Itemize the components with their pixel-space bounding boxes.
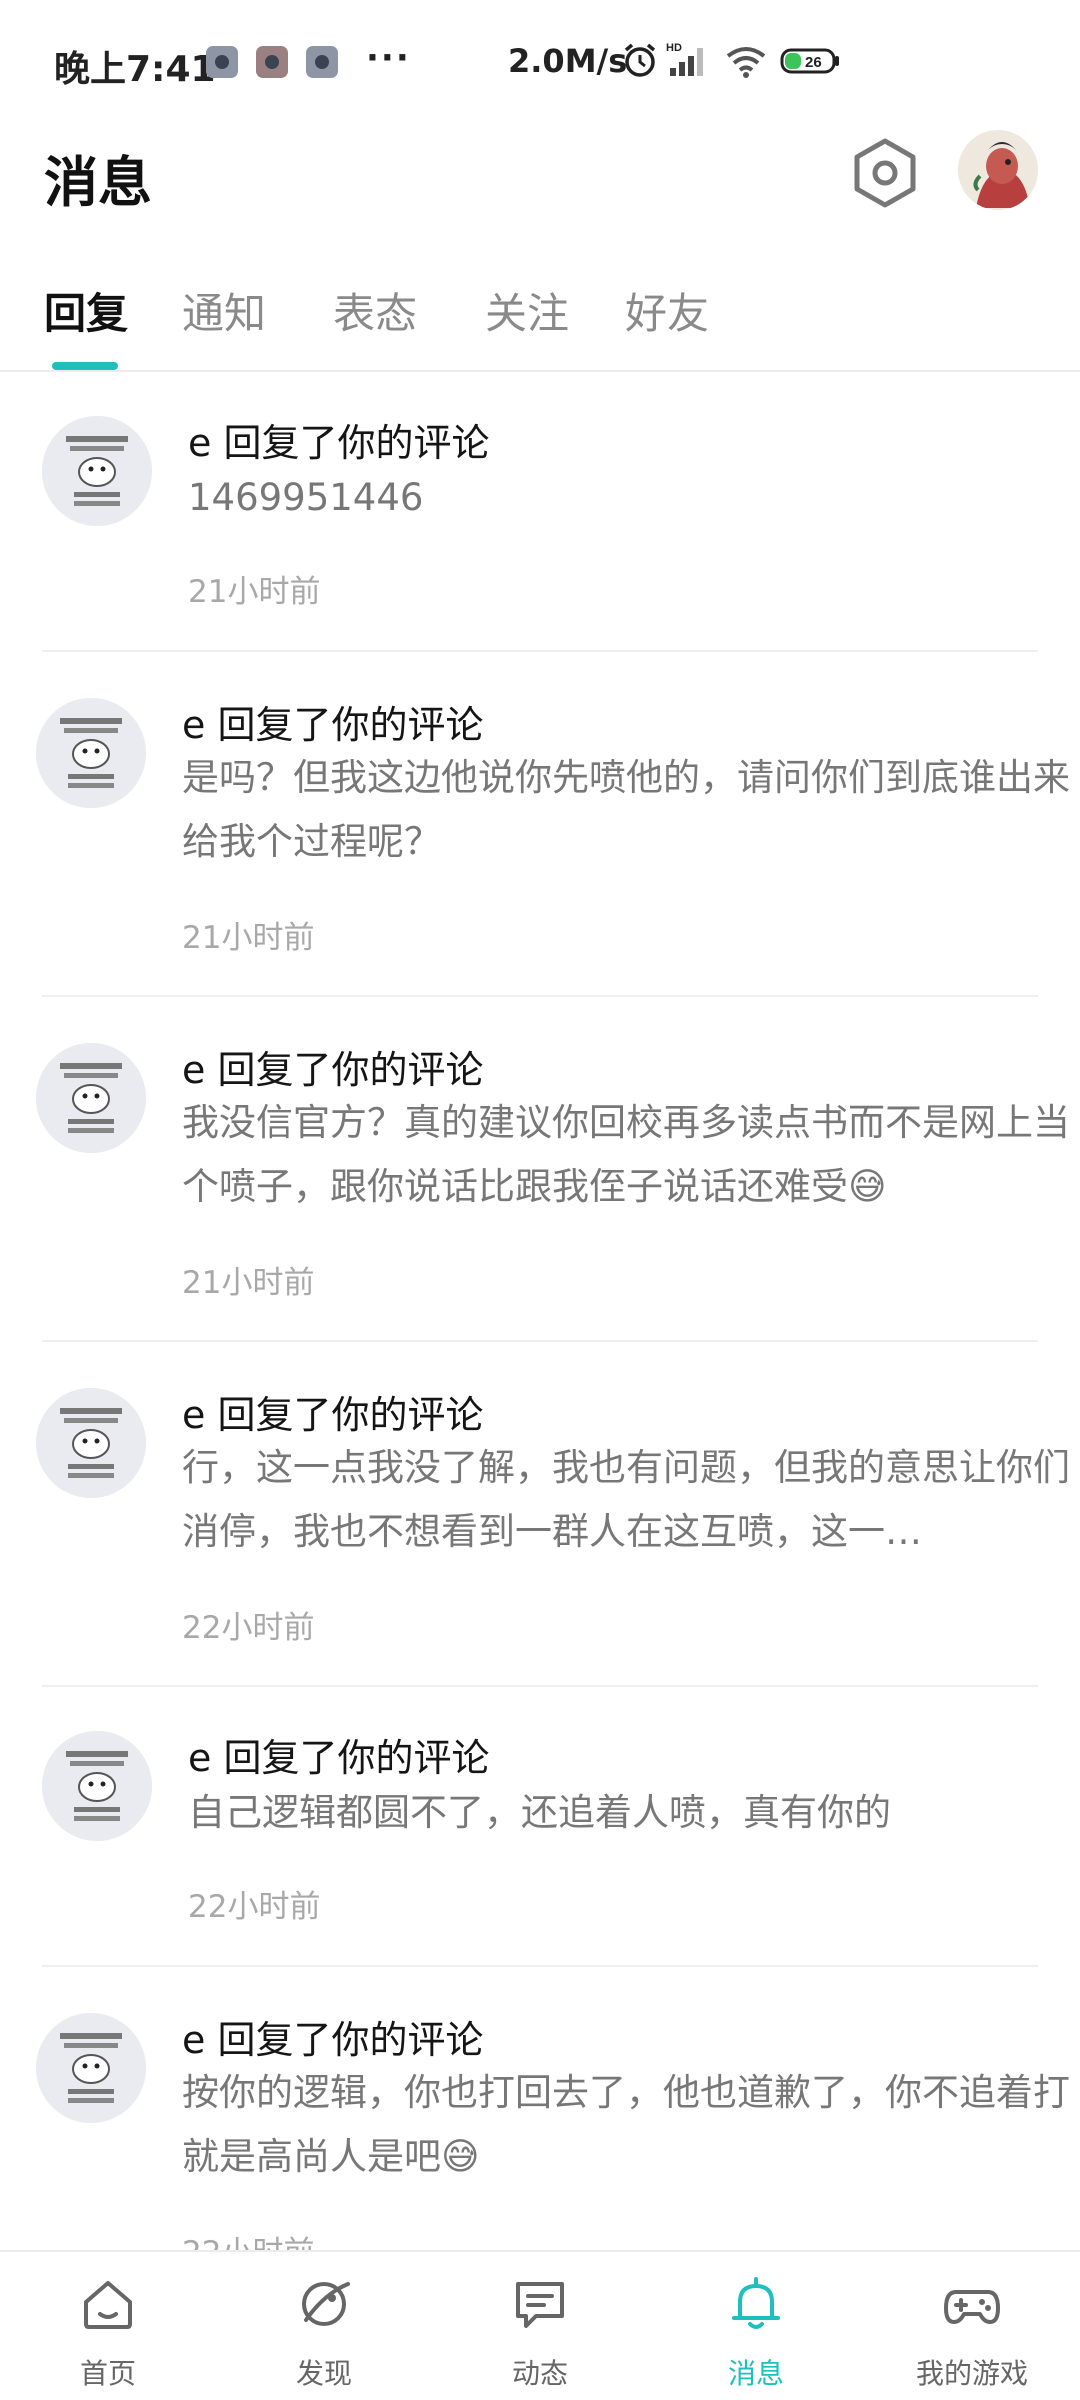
gamepad-icon — [944, 2290, 1000, 2324]
user-avatar[interactable] — [958, 130, 1038, 210]
message-text: 按你的逻辑，你也打回去了，他也道歉了，你不追着打就是高尚人是吧😅 — [182, 2071, 1070, 2178]
avatar[interactable] — [36, 1043, 146, 1153]
avatar[interactable] — [36, 698, 146, 808]
message-text: 行，这一点我没了解，我也有问题，但我的意思让你们消停，我也不想看到一群人在这互喷… — [182, 1446, 1070, 1553]
nav-my-games[interactable]: 我的游戏 — [864, 2252, 1080, 2400]
nav-label: 我的游戏 — [915, 2357, 1028, 2390]
list-item[interactable]: e 回复了你的评论 我没信官方？真的建议你回校再多读点书而不是网上当个喷子，跟你… — [0, 997, 1080, 1342]
message-author-line[interactable]: e 回复了你的评论 — [182, 694, 483, 749]
app-notification-icon — [306, 46, 338, 78]
message-author-line[interactable]: e 回复了你的评论 — [182, 1384, 483, 1439]
signal-icon: HD — [666, 42, 703, 76]
avatar-image — [958, 130, 1038, 210]
page-header: 消息 — [0, 130, 1080, 260]
message-list: e 回复了你的评论 1469951446 21小时前 e 回复了你的评论 是吗？… — [0, 372, 1080, 2252]
list-item[interactable]: e 回复了你的评论 1469951446 21小时前 — [0, 372, 1080, 652]
message-text: 我没信官方？真的建议你回校再多读点书而不是网上当个喷子，跟你说话比跟我侄子说话还… — [182, 1101, 1070, 1208]
active-tab-indicator — [52, 362, 118, 370]
network-speed: 2.0M/s — [508, 42, 628, 80]
nav-label: 动态 — [511, 2357, 568, 2390]
more-notifications-icon: ··· — [366, 38, 411, 78]
nav-label: 消息 — [727, 2357, 784, 2390]
meme-bear-avatar-image — [36, 1388, 146, 1498]
message-time: 21小时前 — [182, 1265, 315, 1301]
status-time: 晚上7:41 — [54, 49, 216, 90]
home-icon — [84, 2281, 132, 2329]
message-text: 1469951446 — [188, 476, 424, 519]
nav-messages[interactable]: 消息 — [648, 2252, 864, 2400]
settings-hexagon-icon — [854, 138, 916, 208]
message-text: 自己逻辑都圆不了，还追着人喷，真有你的 — [188, 1791, 891, 1834]
list-item[interactable]: e 回复了你的评论 自己逻辑都圆不了，还追着人喷，真有你的 22小时前 — [0, 1687, 1080, 1967]
message-author-line[interactable]: e 回复了你的评论 — [188, 1727, 489, 1782]
tab-friends[interactable]: 好友 — [625, 280, 709, 341]
meme-bear-avatar-image — [42, 1731, 152, 1841]
chat-bubble-icon — [516, 2282, 564, 2328]
meme-bear-avatar-image — [36, 2013, 146, 2123]
app-notification-icon — [256, 46, 288, 78]
bell-icon — [732, 2277, 780, 2329]
avatar[interactable] — [36, 1388, 146, 1498]
nav-label: 发现 — [295, 2357, 352, 2390]
message-tabs: 回复 通知 表态 关注 好友 — [0, 270, 1080, 372]
meme-bear-avatar-image — [36, 1043, 146, 1153]
battery-level: 26 — [805, 54, 822, 71]
settings-button[interactable] — [850, 136, 920, 210]
list-item[interactable]: e 回复了你的评论 行，这一点我没了解，我也有问题，但我的意思让你们消停，我也不… — [0, 1342, 1080, 1687]
wifi-icon — [726, 47, 766, 78]
tab-follows[interactable]: 关注 — [485, 280, 569, 341]
list-item[interactable]: e 回复了你的评论 按你的逻辑，你也打回去了，他也道歉了，你不追着打就是高尚人是… — [0, 1967, 1080, 2252]
tab-notifications[interactable]: 通知 — [182, 280, 266, 341]
avatar[interactable] — [42, 416, 152, 526]
message-author-line[interactable]: e 回复了你的评论 — [182, 2009, 483, 2064]
tab-reactions[interactable]: 表态 — [333, 280, 417, 341]
message-time: 22小时前 — [182, 1610, 315, 1646]
bottom-navigation: 首页 发现 动态 消息 我的游戏 — [0, 2250, 1080, 2400]
network-badge: HD — [666, 42, 682, 54]
avatar[interactable] — [36, 2013, 146, 2123]
list-item[interactable]: e 回复了你的评论 是吗？但我这边他说你先喷他的，请问你们到底谁出来给我个过程呢… — [0, 652, 1080, 997]
alarm-icon — [624, 43, 656, 77]
message-time: 22小时前 — [188, 1889, 321, 1925]
message-text: 是吗？但我这边他说你先喷他的，请问你们到底谁出来给我个过程呢？ — [182, 756, 1070, 863]
nav-feed[interactable]: 动态 — [432, 2252, 648, 2400]
message-time: 22小时前 — [182, 2227, 314, 2252]
status-bar: 晚上7:41 ··· 2.0M/s HD 26 — [0, 0, 1080, 130]
battery-icon: 26 — [780, 48, 839, 74]
nav-discover[interactable]: 发现 — [216, 2252, 432, 2400]
nav-home[interactable]: 首页 — [0, 2252, 216, 2400]
message-author-line[interactable]: e 回复了你的评论 — [182, 1039, 483, 1094]
app-notification-icon — [206, 46, 238, 78]
message-time: 21小时前 — [182, 920, 315, 956]
compass-icon — [302, 2282, 350, 2326]
message-time: 21小时前 — [188, 574, 321, 610]
nav-label: 首页 — [79, 2357, 136, 2390]
meme-bear-avatar-image — [42, 416, 152, 526]
message-author-line[interactable]: e 回复了你的评论 — [188, 412, 489, 467]
meme-bear-avatar-image — [36, 698, 146, 808]
tab-reply[interactable]: 回复 — [44, 280, 128, 341]
avatar[interactable] — [42, 1731, 152, 1841]
page-title: 消息 — [44, 151, 152, 214]
